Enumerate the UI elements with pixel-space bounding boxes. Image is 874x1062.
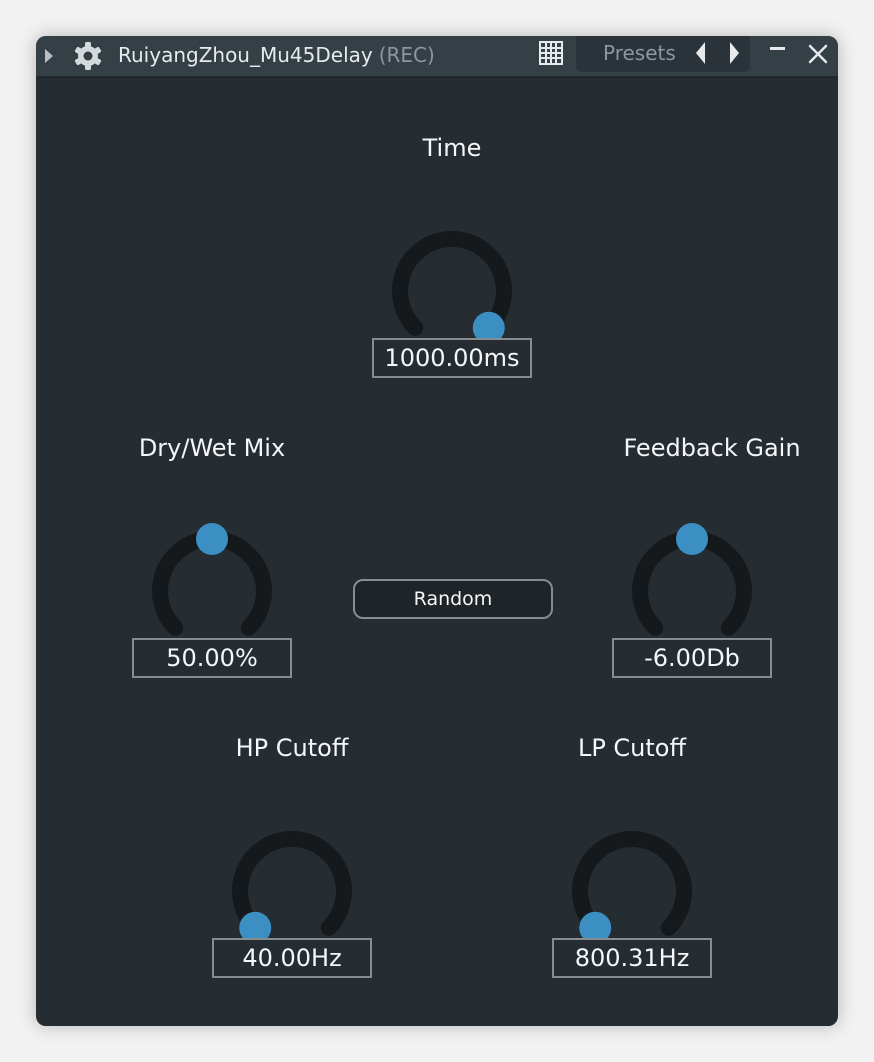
hp-label: HP Cutoff bbox=[235, 734, 349, 762]
close-icon[interactable] bbox=[806, 42, 830, 66]
gear-icon[interactable] bbox=[72, 40, 104, 72]
presets-selector[interactable]: Presets bbox=[576, 36, 750, 72]
title-bar[interactable]: RuiyangZhou_Mu45Delay (REC) Presets bbox=[36, 36, 838, 76]
random-button[interactable]: Random bbox=[353, 579, 553, 619]
feedback-value-field[interactable]: -6.00Db bbox=[612, 638, 772, 678]
minimize-icon[interactable] bbox=[770, 47, 785, 50]
grid-icon[interactable] bbox=[539, 41, 563, 65]
presets-label[interactable]: Presets bbox=[603, 40, 676, 66]
time-label: Time bbox=[422, 134, 482, 162]
time-value-field[interactable]: 1000.00ms bbox=[372, 338, 532, 378]
hp-value-field[interactable]: 40.00Hz bbox=[212, 938, 372, 978]
collapse-arrow-icon[interactable] bbox=[45, 49, 53, 63]
prev-arrow-icon[interactable] bbox=[696, 42, 705, 64]
mix-value-field[interactable]: 50.00% bbox=[132, 638, 292, 678]
lp-value-field[interactable]: 800.31Hz bbox=[552, 938, 712, 978]
window-title: RuiyangZhou_Mu45Delay (REC) bbox=[118, 40, 435, 70]
plugin-window: RuiyangZhou_Mu45Delay (REC) Presets Time… bbox=[36, 36, 838, 1026]
feedback-label: Feedback Gain bbox=[623, 434, 801, 462]
next-arrow-icon[interactable] bbox=[730, 42, 739, 64]
lp-label: LP Cutoff bbox=[577, 734, 687, 762]
mix-label: Dry/Wet Mix bbox=[138, 434, 286, 462]
plugin-editor: Time 1000.00ms Dry/Wet Mix 50.00% Random… bbox=[37, 77, 837, 1026]
feedback-knob-handle[interactable] bbox=[676, 523, 708, 555]
plugin-name: RuiyangZhou_Mu45Delay bbox=[118, 43, 373, 67]
rec-indicator: (REC) bbox=[378, 43, 435, 67]
mix-knob-handle[interactable] bbox=[196, 523, 228, 555]
